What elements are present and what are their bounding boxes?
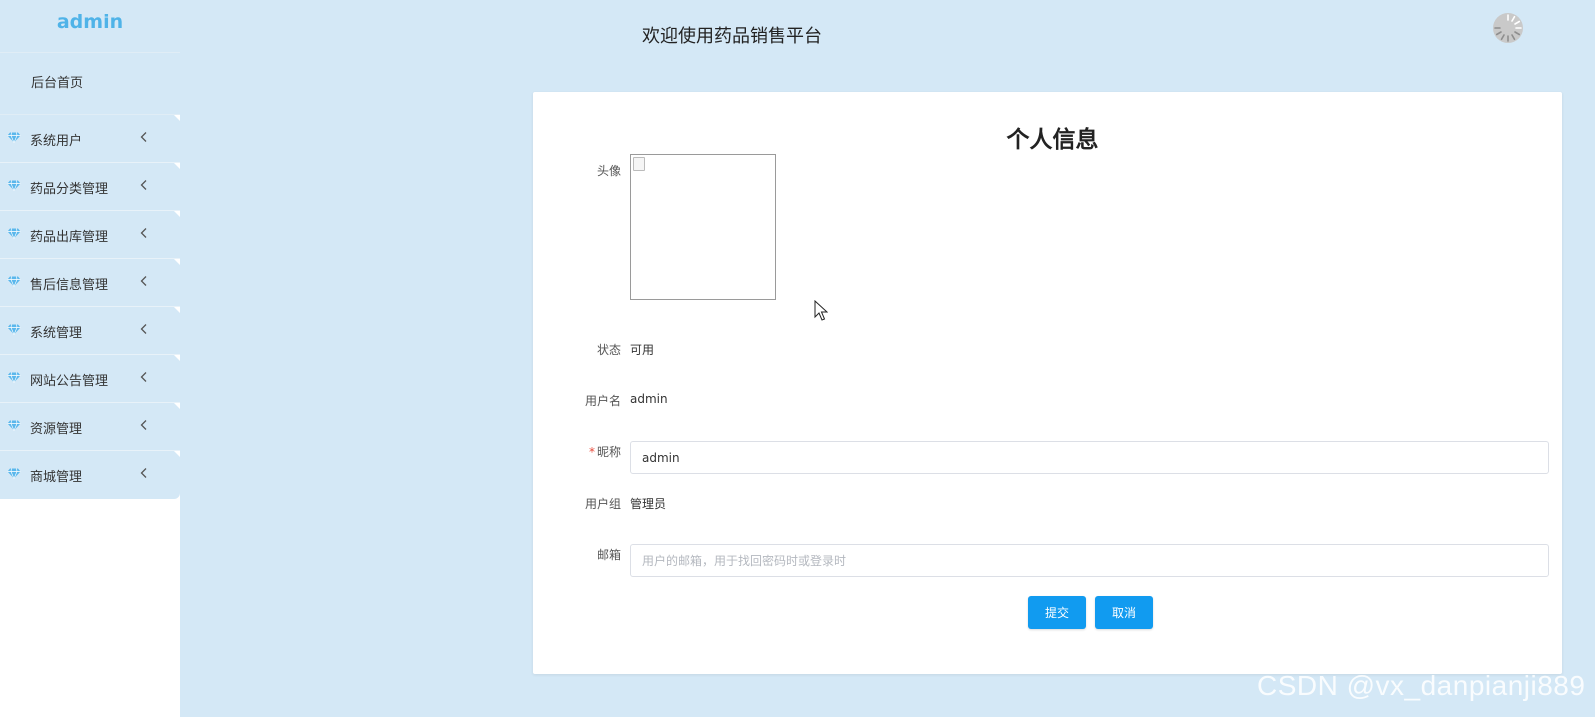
sidebar-item[interactable]: 资源管理 bbox=[0, 403, 180, 451]
nickname-label-text: 昵称 bbox=[596, 445, 621, 459]
chevron-left-icon bbox=[140, 468, 147, 478]
menu-corner-decoration bbox=[174, 307, 180, 313]
sidebar-item-label: 网站公告管理 bbox=[30, 374, 109, 389]
watermark: CSDN @vx_danpianji889 bbox=[1257, 670, 1586, 701]
sidebar-menu: admin 后台首页 系统用户药品分类管理 药品出库管理 售后信息管理 系统管理网站公… bbox=[0, 0, 180, 499]
sidebar-item-label: 售后信息管理 bbox=[30, 278, 109, 293]
email-label: 邮箱 bbox=[596, 548, 621, 562]
submit-button[interactable]: 提交 bbox=[1028, 596, 1086, 629]
profile-card: 个人信息 头像 状态 可用 用户名 admin *昵称 用户组 管理员 邮箱 提… bbox=[533, 92, 1562, 674]
sidebar-item[interactable]: 药品分类管理 bbox=[0, 163, 180, 211]
group-label: 用户组 bbox=[584, 497, 621, 511]
diamond-icon bbox=[7, 180, 21, 191]
menu-corner-decoration bbox=[174, 115, 180, 121]
sidebar-item-label: 资源管理 bbox=[30, 422, 83, 437]
sidebar: admin 后台首页 系统用户药品分类管理 药品出库管理 售后信息管理 系统管理网站公… bbox=[0, 0, 180, 717]
sidebar-item[interactable]: 商城管理 bbox=[0, 451, 180, 499]
sidebar-item[interactable]: 网站公告管理 bbox=[0, 355, 180, 403]
chevron-left-icon bbox=[140, 132, 147, 142]
menu-corner-decoration bbox=[174, 355, 180, 361]
required-mark: * bbox=[588, 445, 595, 459]
chevron-left-icon bbox=[140, 420, 147, 430]
diamond-icon bbox=[7, 228, 21, 239]
chevron-left-icon bbox=[140, 372, 147, 382]
menu-corner-decoration bbox=[174, 451, 180, 457]
username-value: admin bbox=[630, 392, 668, 406]
email-input[interactable] bbox=[630, 544, 1549, 577]
diamond-icon bbox=[7, 420, 21, 431]
sidebar-item[interactable]: 系统管理 bbox=[0, 307, 180, 355]
diamond-icon bbox=[7, 372, 21, 383]
loading-spinner-icon bbox=[1493, 13, 1523, 43]
diamond-icon bbox=[7, 276, 21, 287]
menu-corner-decoration bbox=[174, 403, 180, 409]
sidebar-item-label: 系统用户 bbox=[30, 134, 83, 149]
diamond-icon bbox=[7, 324, 21, 335]
cancel-button[interactable]: 取消 bbox=[1095, 596, 1153, 629]
sidebar-item[interactable]: 售后信息管理 bbox=[0, 259, 180, 307]
group-value: 管理员 bbox=[630, 497, 667, 511]
menu-corner-decoration bbox=[174, 259, 180, 265]
chevron-left-icon bbox=[140, 324, 147, 334]
avatar[interactable] bbox=[630, 154, 776, 300]
chevron-left-icon bbox=[140, 276, 147, 286]
chevron-left-icon bbox=[140, 180, 147, 190]
sidebar-item-home[interactable]: 后台首页 bbox=[0, 53, 180, 115]
status-value: 可用 bbox=[630, 343, 655, 357]
chevron-left-icon bbox=[140, 228, 147, 238]
diamond-icon bbox=[7, 468, 21, 479]
nickname-label: * 昵称 bbox=[589, 443, 621, 460]
nickname-input[interactable] bbox=[630, 441, 1549, 474]
sidebar-item-label: 药品分类管理 bbox=[30, 182, 109, 197]
broken-image-icon bbox=[633, 157, 645, 171]
avatar-label: 头像 bbox=[596, 164, 621, 178]
sidebar-item-label: 药品出库管理 bbox=[30, 230, 109, 245]
menu-corner-decoration bbox=[174, 211, 180, 217]
diamond-icon bbox=[7, 132, 21, 143]
site-title: 欢迎使用药品销售平台 bbox=[642, 26, 822, 47]
sidebar-item-label: 系统管理 bbox=[30, 326, 83, 341]
sidebar-item[interactable]: 系统用户 bbox=[0, 115, 180, 163]
menu-corner-decoration bbox=[174, 163, 180, 169]
sidebar-item[interactable]: 药品出库管理 bbox=[0, 211, 180, 259]
username-label: 用户名 bbox=[584, 394, 621, 408]
status-label: 状态 bbox=[596, 343, 621, 357]
brand-logo: admin bbox=[0, 0, 180, 53]
sidebar-item-label: 商城管理 bbox=[30, 470, 83, 485]
mouse-cursor-icon bbox=[814, 300, 828, 321]
page-title: 个人信息 bbox=[1006, 127, 1099, 153]
